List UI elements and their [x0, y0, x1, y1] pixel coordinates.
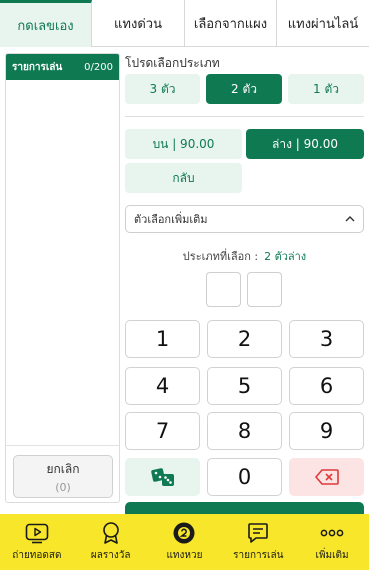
nav-results-label: ผลรางวัล: [90, 550, 131, 561]
key-0[interactable]: 0: [207, 458, 282, 496]
key-5[interactable]: 5: [207, 367, 282, 405]
digit-slot-1: [206, 272, 241, 307]
nav-bet-lottery-label: แทงหวย: [166, 550, 203, 561]
play-list-panel: รายการเล่น 0/200 ยกเลิก (0): [5, 53, 120, 503]
dice-icon: [150, 468, 174, 486]
entry-mode-tabs: กดเลขเอง แทงด่วน เลือกจากแผง แทงผ่านไลน์: [0, 0, 369, 47]
nav-play-list-label: รายการเล่น: [233, 550, 284, 561]
cancel-button[interactable]: ยกเลิก (0): [13, 455, 113, 498]
tab-bet-via-line[interactable]: แทงผ่านไลน์: [277, 0, 369, 47]
key-8[interactable]: 8: [207, 412, 282, 450]
delete-button[interactable]: [289, 458, 364, 496]
list-icon: [246, 521, 270, 545]
selected-type-label: ประเภทที่เลือก :: [182, 250, 259, 263]
play-list-title: รายการเล่น: [12, 61, 63, 73]
play-list-count: 0/200: [84, 61, 113, 73]
cancel-count: (0): [55, 480, 71, 494]
more-options-label: ตัวเลือกเพิ่มเติม: [134, 213, 208, 226]
key-9[interactable]: 9: [289, 412, 364, 450]
bottom-navigation: ถ่ายทอดสด ผลรางวัล แทงหวย รายการเล่น เพิ…: [0, 514, 369, 570]
backspace-icon: [314, 469, 339, 485]
digit-slot-2: [247, 272, 282, 307]
tab-manual-entry[interactable]: กดเลขเอง: [0, 0, 92, 47]
random-dice-button[interactable]: [125, 458, 200, 496]
tab-pick-from-board[interactable]: เลือกจากแผง: [185, 0, 277, 47]
key-7[interactable]: 7: [125, 412, 200, 450]
chevron-up-icon: [345, 216, 355, 222]
divider: [125, 116, 364, 117]
key-2[interactable]: 2: [207, 320, 282, 358]
selected-type-value: 2 ตัวล่าง: [264, 250, 307, 263]
nav-bet-lottery[interactable]: แทงหวย: [148, 514, 222, 570]
key-1[interactable]: 1: [125, 320, 200, 358]
play-list-items[interactable]: [6, 80, 119, 446]
lottery-ball-icon: [172, 521, 196, 545]
play-list-header: รายการเล่น 0/200: [6, 54, 119, 80]
key-6[interactable]: 6: [289, 367, 364, 405]
selected-type-line: ประเภทที่เลือก : 2 ตัวล่าง: [125, 247, 364, 265]
play-icon: [25, 521, 49, 545]
reverse-button[interactable]: กลับ: [125, 163, 242, 193]
award-icon: [99, 521, 123, 545]
type-2-digit-button[interactable]: 2 ตัว: [206, 74, 282, 104]
lottery-app: กดเลขเอง แทงด่วน เลือกจากแผง แทงผ่านไลน์…: [0, 0, 369, 570]
top-position-button[interactable]: บน | 90.00: [125, 129, 242, 159]
more-icon: [320, 521, 344, 545]
nav-more[interactable]: เพิ่มเติม: [295, 514, 369, 570]
nav-more-label: เพิ่มเติม: [315, 550, 349, 561]
nav-play-list[interactable]: รายการเล่น: [221, 514, 295, 570]
type-3-digit-button[interactable]: 3 ตัว: [125, 74, 200, 104]
nav-results[interactable]: ผลรางวัล: [74, 514, 148, 570]
tab-quick-bet[interactable]: แทงด่วน: [92, 0, 185, 47]
bottom-position-button[interactable]: ล่าง | 90.00: [246, 129, 364, 159]
type-1-digit-button[interactable]: 1 ตัว: [288, 74, 364, 104]
key-4[interactable]: 4: [125, 367, 200, 405]
nav-live[interactable]: ถ่ายทอดสด: [0, 514, 74, 570]
more-options-dropdown[interactable]: ตัวเลือกเพิ่มเติม: [125, 205, 364, 233]
nav-live-label: ถ่ายทอดสด: [12, 550, 62, 561]
cancel-label: ยกเลิก: [46, 461, 80, 476]
type-section-label: โปรดเลือกประเภท: [125, 56, 220, 70]
key-3[interactable]: 3: [289, 320, 364, 358]
